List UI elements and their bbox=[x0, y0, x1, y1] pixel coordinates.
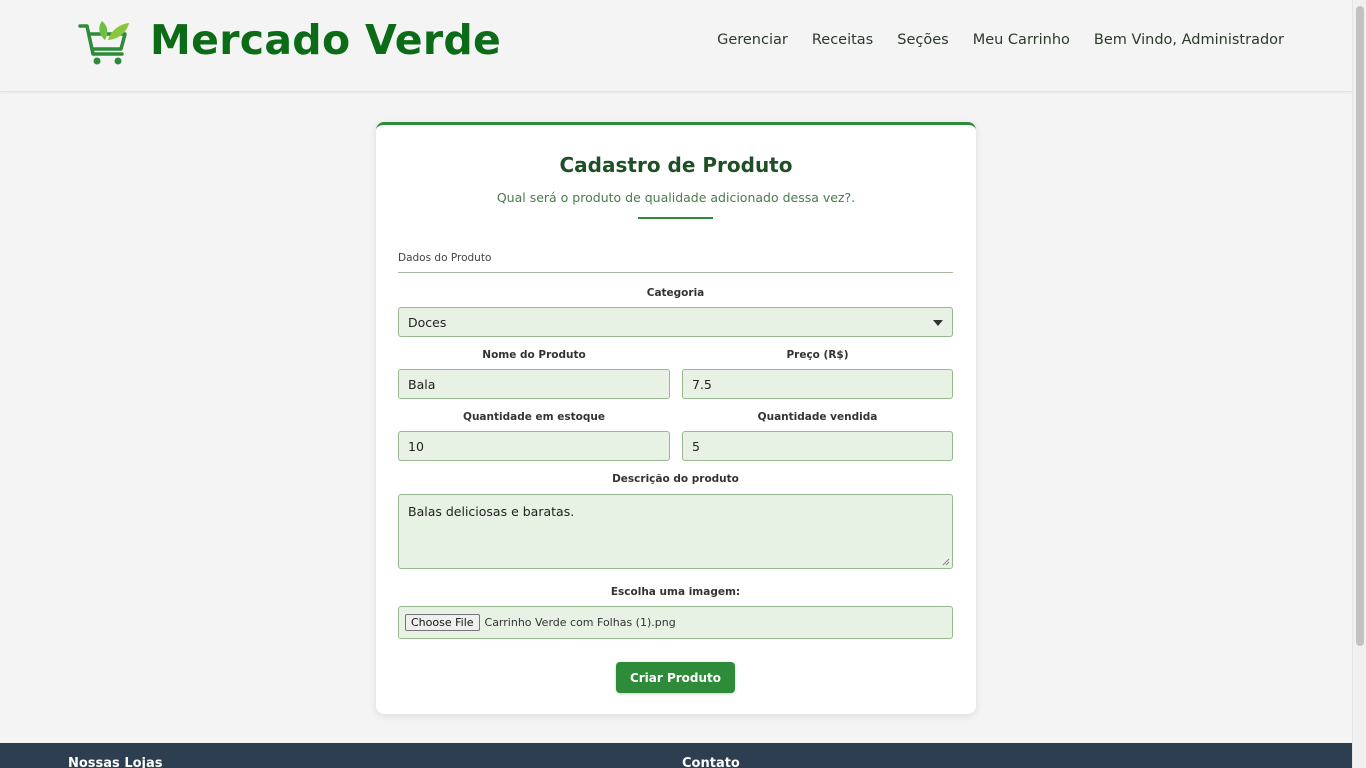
product-name-value: Bala bbox=[408, 376, 436, 392]
price-input[interactable]: 7.5 bbox=[682, 369, 953, 399]
category-select[interactable]: Doces bbox=[398, 307, 953, 337]
chevron-down-icon bbox=[933, 320, 943, 326]
image-file-input[interactable]: Choose File Carrinho Verde com Folhas (1… bbox=[398, 606, 953, 639]
image-label: Escolha uma imagem: bbox=[610, 586, 741, 598]
stock-value: 10 bbox=[408, 438, 424, 454]
main-nav: Gerenciar Receitas Seções Meu Carrinho B… bbox=[717, 32, 1284, 48]
category-label: Categoria bbox=[646, 287, 705, 299]
product-form-card: Cadastro de Produto Qual será o produto … bbox=[376, 122, 976, 714]
category-value: Doces bbox=[408, 314, 447, 330]
stock-label: Quantidade em estoque bbox=[463, 411, 605, 423]
price-value: 7.5 bbox=[692, 376, 712, 392]
sold-label: Quantidade vendida bbox=[757, 411, 878, 423]
sold-input[interactable]: 5 bbox=[682, 431, 953, 461]
title-divider bbox=[638, 217, 713, 219]
product-name-input[interactable]: Bala bbox=[398, 369, 670, 399]
product-name-label: Nome do Produto bbox=[482, 349, 586, 361]
scrollbar-thumb[interactable] bbox=[1356, 6, 1364, 646]
stock-input[interactable]: 10 bbox=[398, 431, 670, 461]
choose-file-button[interactable]: Choose File bbox=[405, 614, 480, 631]
description-label: Descrição do produto bbox=[612, 473, 739, 485]
create-product-button[interactable]: Criar Produto bbox=[616, 662, 735, 693]
nav-user-welcome[interactable]: Bem Vindo, Administrador bbox=[1094, 32, 1284, 48]
resize-handle-icon[interactable] bbox=[942, 558, 950, 566]
brand-title[interactable]: Mercado Verde bbox=[150, 16, 501, 64]
form-title: Cadastro de Produto bbox=[559, 153, 793, 177]
shopping-cart-leaves-icon[interactable] bbox=[78, 18, 134, 68]
sold-value: 5 bbox=[692, 438, 700, 454]
form-subtitle: Qual será o produto de qualidade adicion… bbox=[496, 190, 856, 205]
section-title: Dados do Produto bbox=[398, 252, 953, 273]
site-footer: Nossas Lojas Contato bbox=[0, 743, 1352, 768]
nav-meu-carrinho[interactable]: Meu Carrinho bbox=[973, 32, 1070, 48]
site-header: Mercado Verde Gerenciar Receitas Seções … bbox=[0, 0, 1352, 92]
footer-contact-heading: Contato bbox=[682, 756, 740, 768]
description-textarea[interactable]: Balas deliciosas e baratas. bbox=[398, 494, 953, 569]
price-label: Preço (R$) bbox=[786, 349, 849, 361]
description-value: Balas deliciosas e baratas. bbox=[408, 504, 575, 519]
nav-secoes[interactable]: Seções bbox=[897, 32, 948, 48]
page-scrollbar[interactable] bbox=[1352, 0, 1366, 768]
chosen-file-name: Carrinho Verde com Folhas (1).png bbox=[484, 616, 676, 629]
nav-receitas[interactable]: Receitas bbox=[812, 32, 873, 48]
nav-gerenciar[interactable]: Gerenciar bbox=[717, 32, 788, 48]
footer-stores-heading: Nossas Lojas bbox=[68, 756, 163, 768]
